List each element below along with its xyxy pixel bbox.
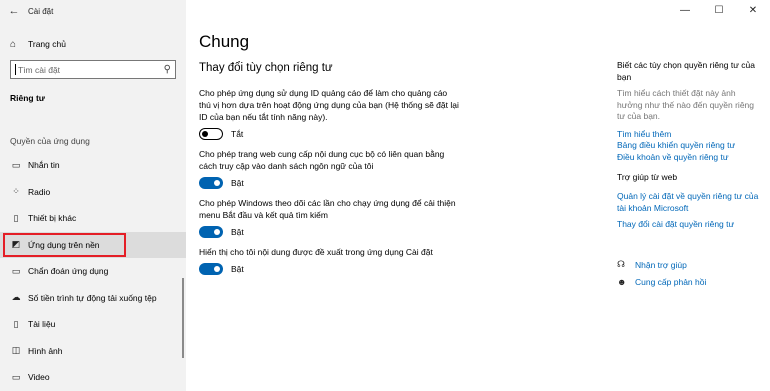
setting-description: Cho phép ứng dụng sử dụng ID quảng cáo đ…: [199, 88, 459, 122]
sidebar-item-label: Nhắn tin: [28, 160, 60, 171]
help-icon: ☊: [617, 259, 625, 269]
setting-advertising-id: Cho phép ứng dụng sử dụng ID quảng cáo đ…: [199, 87, 459, 140]
manage-account-privacy-link[interactable]: Quản lý cài đặt về quyền riêng tư của tà…: [617, 191, 762, 214]
toggle-knob: [202, 130, 208, 137]
search-icon[interactable]: ⚲: [164, 64, 171, 75]
toggle-knob: [214, 180, 220, 186]
feedback-icon: ☻: [617, 276, 627, 287]
sidebar: ← Cài đặt ⌂ Trang chủ Tìm cài đặt ⚲ Riên…: [0, 0, 186, 391]
sidebar-scrollbar[interactable]: [182, 278, 184, 358]
app-title: Cài đặt: [28, 6, 54, 16]
section-subtitle: Thay đổi tùy chọn riêng tư: [199, 62, 333, 74]
sidebar-item-label: Số tiền trình tự động tải xuống tệp: [28, 292, 157, 303]
setting-description: Cho phép Windows theo dõi các lần cho ch…: [199, 198, 456, 220]
cloud-icon: ☁: [11, 292, 21, 303]
sidebar-item-label: Thiết bị khác: [28, 213, 77, 224]
setting-app-launch-tracking: Cho phép Windows theo dõi các lần cho ch…: [199, 197, 459, 238]
sidebar-item[interactable]: ▭ Chẩn đoán ứng dụng: [0, 258, 186, 285]
title-bar: ← Cài đặt: [0, 0, 54, 22]
radio-icon: ⁘: [12, 186, 20, 197]
toggle-knob: [214, 229, 220, 235]
toggle-switch[interactable]: [199, 263, 223, 275]
minimize-button[interactable]: —: [668, 0, 702, 20]
toggle-switch[interactable]: [199, 177, 223, 189]
get-help-label: Nhận trợ giúp: [635, 259, 687, 270]
privacy-dashboard-link[interactable]: Bảng điều khiển quyền riêng tư: [617, 140, 762, 152]
close-button[interactable]: ✕: [736, 0, 770, 20]
get-help-link[interactable]: ☊ Nhận trợ giúp: [617, 256, 706, 273]
nav-list: ▭ Nhắn tin ⁘ Radio ▯ Thiết bị khác ◩ Ứng dụng t…: [0, 152, 186, 391]
sidebar-item-label: Tài liệu: [28, 319, 56, 330]
diagnostics-icon: ▭: [11, 265, 21, 276]
group-title: Quyền của ứng dụng: [10, 136, 90, 146]
toggle-state: Bật: [231, 227, 244, 237]
sidebar-item[interactable]: ▭ Nhắn tin: [0, 152, 186, 179]
toggle-knob: [214, 266, 220, 272]
toggle-state: Bật: [231, 264, 244, 274]
sidebar-item-label: Chẩn đoán ứng dụng: [28, 266, 109, 277]
image-icon: ◫: [11, 345, 21, 356]
web-help-panel: Trợ giúp từ web Quản lý cài đặt về quyền…: [617, 172, 762, 231]
sidebar-item[interactable]: ▭ Video: [0, 364, 186, 391]
video-icon: ▭: [11, 371, 21, 382]
nav-home[interactable]: ⌂ Trang chủ: [0, 34, 186, 54]
privacy-info-text: Tìm hiểu cách thiết đặt này ảnh hưởng nh…: [617, 88, 755, 121]
maximize-button[interactable]: ☐: [702, 0, 736, 20]
text-caret: [15, 64, 16, 75]
device-icon: ▯: [13, 212, 19, 223]
window-controls: — ☐ ✕: [668, 0, 770, 20]
search-input[interactable]: Tìm cài đặt ⚲: [10, 60, 176, 79]
document-icon: ▯: [13, 318, 19, 329]
setting-description: Cho phép trang web cung cấp nội dung cục…: [199, 149, 445, 171]
back-button[interactable]: ←: [0, 0, 28, 22]
privacy-info-panel: Biết các tùy chọn quyền riêng tư của bạn…: [617, 60, 762, 163]
give-feedback-link[interactable]: ☻ Cung cấp phản hồi: [617, 273, 706, 290]
privacy-statement-link[interactable]: Điều khoản về quyền riêng tư: [617, 152, 762, 164]
help-actions: ☊ Nhận trợ giúp ☻ Cung cấp phản hồi: [617, 256, 706, 290]
sidebar-item[interactable]: ⁘ Radio: [0, 179, 186, 206]
setting-suggested-content: Hiển thị cho tôi nội dung được đề xuất t…: [199, 246, 459, 275]
message-icon: ▭: [11, 159, 21, 170]
sidebar-item-label: Hình ảnh: [28, 345, 63, 356]
learn-more-link[interactable]: Tìm hiểu thêm: [617, 129, 762, 141]
toggle-switch[interactable]: [199, 226, 223, 238]
sidebar-item[interactable]: ☁ Số tiền trình tự động tải xuống tệp: [0, 285, 186, 312]
sidebar-item-label: Video: [28, 372, 50, 383]
setting-language-list: Cho phép trang web cung cấp nội dung cục…: [199, 148, 459, 189]
web-help-heading: Trợ giúp từ web: [617, 172, 678, 182]
toggle-state: Tắt: [231, 129, 244, 139]
sidebar-item[interactable]: ▯ Tài liệu: [0, 311, 186, 338]
highlight-outline: [3, 232, 126, 257]
give-feedback-label: Cung cấp phản hồi: [635, 276, 707, 287]
sidebar-item[interactable]: ◫ Hình ảnh: [0, 338, 186, 365]
toggle-switch[interactable]: [199, 128, 223, 140]
home-icon: ⌂: [10, 38, 17, 50]
change-privacy-settings-link[interactable]: Thay đổi cài đặt quyền riêng tư: [617, 219, 762, 231]
nav-home-label: Trang chủ: [28, 39, 66, 49]
toggle-state: Bật: [231, 178, 244, 188]
search-placeholder: Tìm cài đặt: [18, 64, 61, 75]
page-title: Chung: [199, 32, 250, 51]
privacy-info-heading: Biết các tùy chọn quyền riêng tư của bạn: [617, 60, 755, 82]
sidebar-item-label: Radio: [28, 186, 51, 197]
setting-description: Hiển thị cho tôi nội dung được đề xuất t…: [199, 247, 433, 257]
sidebar-item[interactable]: ◩ Ứng dụng trên nền: [0, 231, 186, 258]
section-title: Riêng tư: [10, 93, 45, 103]
sidebar-item[interactable]: ▯ Thiết bị khác: [0, 205, 186, 232]
